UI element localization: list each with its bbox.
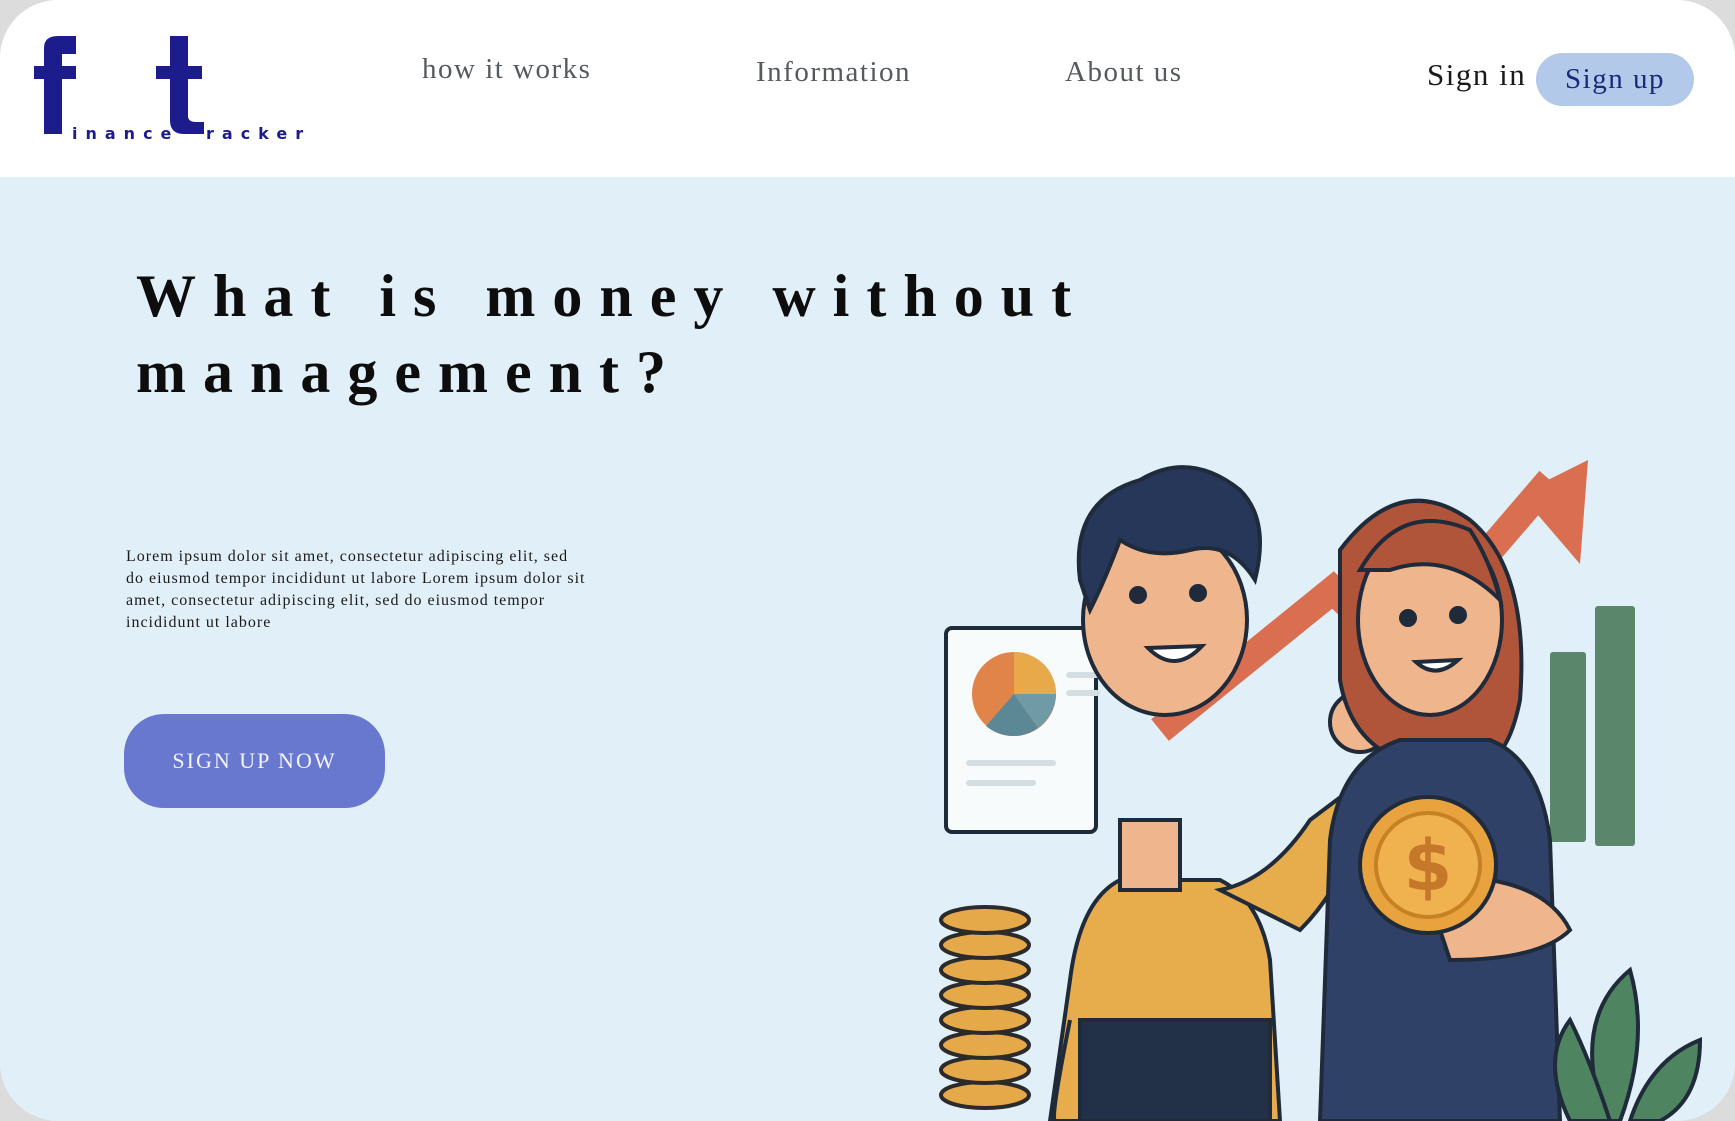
sign-in-link[interactable]: Sign in bbox=[1427, 57, 1526, 93]
logo-word-finance: inance bbox=[72, 124, 180, 143]
pie-chart-icon bbox=[944, 626, 1100, 834]
hero-title: What is money without management? bbox=[136, 263, 1089, 405]
site-header: inance racker how it works Information A… bbox=[0, 0, 1735, 177]
nav-how-it-works[interactable]: how it works bbox=[422, 53, 591, 86]
sign-up-now-button[interactable]: SIGN UP NOW bbox=[124, 714, 385, 808]
logo-word-tracker: racker bbox=[206, 124, 312, 143]
logo[interactable]: inance racker bbox=[34, 32, 324, 147]
hero-description: Lorem ipsum dolor sit amet, consectetur … bbox=[126, 548, 586, 631]
sign-up-button[interactable]: Sign up bbox=[1536, 53, 1694, 106]
nav-information[interactable]: Information bbox=[756, 56, 911, 89]
svg-text:$: $ bbox=[1404, 825, 1453, 907]
nav-about-us[interactable]: About us bbox=[1065, 56, 1183, 89]
dollar-coin-icon: $ bbox=[1358, 795, 1498, 935]
bar-chart-icon bbox=[1550, 606, 1635, 846]
plant-icon bbox=[1553, 966, 1703, 1121]
page-frame: inance racker how it works Information A… bbox=[0, 0, 1735, 1121]
hero-illustration: $ bbox=[939, 460, 1703, 1121]
coin-stack-icon bbox=[939, 905, 1031, 1110]
